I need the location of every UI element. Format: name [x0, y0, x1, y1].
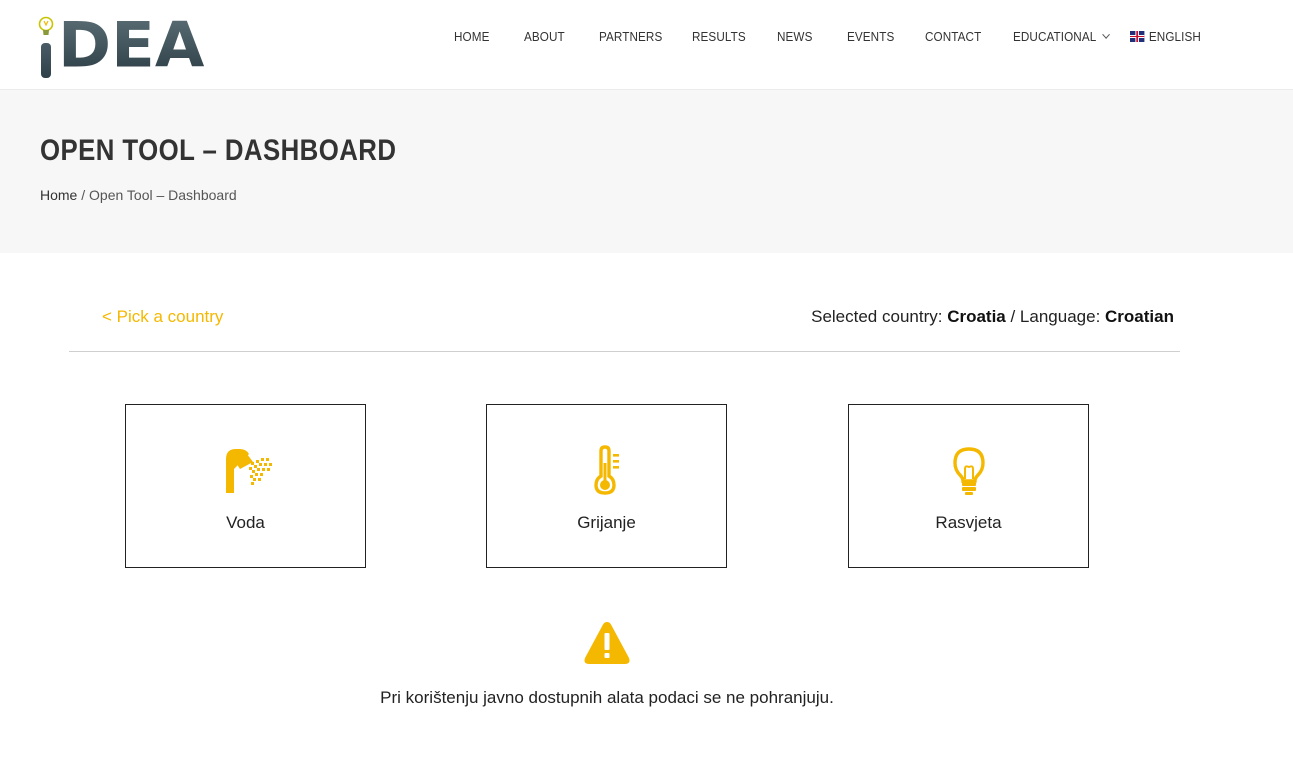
idea-logo[interactable]: DEA	[38, 12, 204, 78]
breadcrumb-separator: /	[77, 187, 90, 203]
card-rasvjeta-label: Rasvjeta	[935, 513, 1002, 532]
language-label: ENGLISH	[1148, 28, 1201, 44]
card-voda[interactable]: Voda	[125, 404, 366, 568]
page-title-band: OPEN TOOL – DASHBOARD Home / Open Tool –…	[0, 90, 1293, 253]
nav-contact[interactable]: CONTACT	[925, 29, 981, 44]
nav-about[interactable]: ABOUT	[524, 29, 565, 44]
page-title: OPEN TOOL – DASHBOARD	[40, 134, 397, 167]
selected-country-label: Selected country:	[811, 307, 948, 326]
data-privacy-notice: Pri korištenju javno dostupnih alata pod…	[380, 688, 834, 707]
logo-text: DEA	[58, 9, 205, 83]
logo-bulb-i	[38, 16, 54, 78]
nav-educational-label: EDUCATIONAL	[1013, 28, 1097, 44]
lightbulb-icon	[849, 445, 1088, 497]
nav-home[interactable]: HOME	[454, 29, 489, 44]
pick-country-link[interactable]: < Pick a country	[102, 307, 223, 327]
card-rasvjeta[interactable]: Rasvjeta	[848, 404, 1089, 568]
uk-flag-icon	[1130, 30, 1145, 42]
thermometer-icon	[487, 445, 726, 497]
breadcrumb-current: Open Tool – Dashboard	[89, 187, 237, 203]
nav-partners[interactable]: PARTNERS	[599, 29, 662, 44]
nav-results[interactable]: RESULTS	[692, 29, 746, 44]
breadcrumb: Home / Open Tool – Dashboard	[40, 187, 237, 203]
breadcrumb-home-link[interactable]: Home	[40, 187, 77, 203]
card-grijanje-label: Grijanje	[577, 513, 636, 532]
selected-country-info: Selected country: Croatia / Language: Cr…	[811, 307, 1174, 327]
warning-icon	[584, 622, 630, 664]
shower-icon	[126, 445, 365, 497]
site-header: DEA HOME ABOUT PARTNERS RESULTS NEWS EVE…	[0, 0, 1293, 90]
selected-language-value: Croatian	[1105, 307, 1174, 326]
nav-educational[interactable]: EDUCATIONAL	[1013, 28, 1110, 44]
chevron-down-icon	[1101, 30, 1110, 39]
language-switcher[interactable]: ENGLISH	[1130, 29, 1201, 44]
selected-country-value: Croatia	[947, 307, 1006, 326]
nav-news[interactable]: NEWS	[777, 29, 812, 44]
nav-events[interactable]: EVENTS	[847, 29, 894, 44]
country-selection-bar: < Pick a country Selected country: Croat…	[69, 305, 1180, 352]
card-voda-label: Voda	[226, 513, 265, 532]
language-label-text: / Language:	[1005, 307, 1106, 326]
logo-lightbulb-icon	[38, 16, 54, 35]
card-grijanje[interactable]: Grijanje	[486, 404, 727, 568]
